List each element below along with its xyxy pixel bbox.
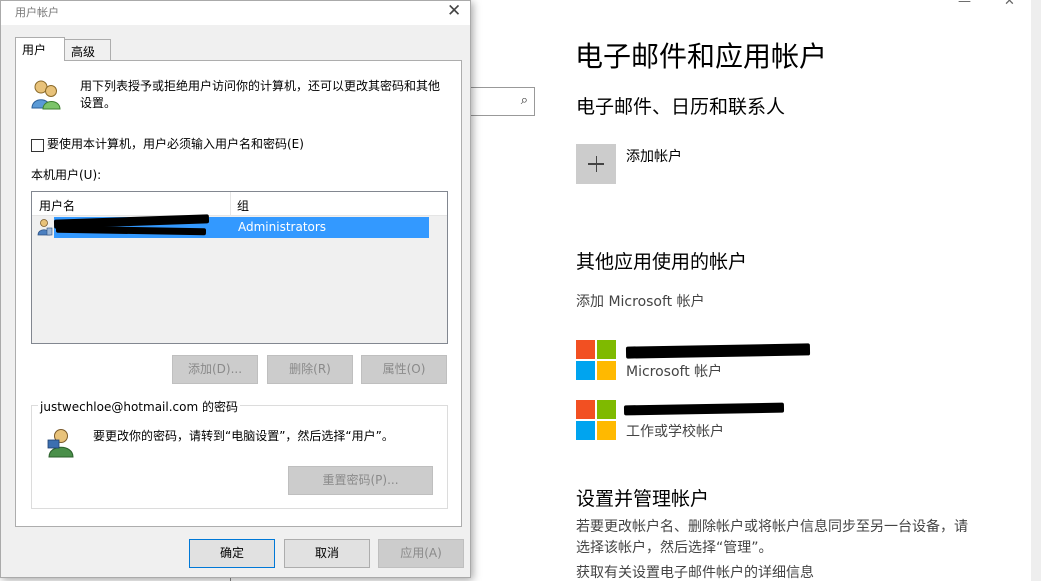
window-border xyxy=(1031,0,1041,581)
section-heading-email: 电子邮件、日历和联系人 xyxy=(576,96,786,118)
apply-button[interactable]: 应用(A) xyxy=(378,539,464,568)
email-setup-info-link[interactable]: 获取有关设置电子邮件帐户的详细信息 xyxy=(576,562,814,581)
user-password-icon xyxy=(47,429,74,458)
remove-user-button[interactable]: 删除(R) xyxy=(267,355,353,384)
add-user-button[interactable]: 添加(D)... xyxy=(172,355,258,384)
close-icon[interactable]: ✕ xyxy=(447,1,461,21)
password-group-label: justwechloe@hotmail.com 的密码 xyxy=(38,398,240,415)
properties-button[interactable]: 属性(O) xyxy=(361,355,447,384)
column-username[interactable]: 用户名 xyxy=(39,197,75,214)
tab-users[interactable]: 用户 xyxy=(15,37,65,61)
require-login-checkbox[interactable] xyxy=(31,139,44,152)
local-users-label: 本机用户(U): xyxy=(31,168,102,182)
users-group-icon xyxy=(31,80,61,110)
dialog-title: 用户帐户 xyxy=(15,6,59,19)
close-window-button[interactable]: ✕ xyxy=(1004,0,1015,9)
ok-button[interactable]: 确定 xyxy=(189,539,275,568)
password-instructions: 要更改你的密码，请转到“电脑设置”，然后选择“用户”。 xyxy=(93,429,394,443)
intro-text-line2: 设置。 xyxy=(80,96,117,110)
microsoft-logo-icon xyxy=(576,340,616,380)
user-icon xyxy=(37,219,53,236)
page-title: 电子邮件和应用帐户 xyxy=(575,40,828,73)
reset-password-button[interactable]: 重置密码(P)... xyxy=(288,466,433,495)
add-account-link[interactable]: 添加帐户 xyxy=(626,146,682,166)
redacted-account-name xyxy=(625,343,811,359)
tab-advanced[interactable]: 高级 xyxy=(64,39,111,61)
minimize-button[interactable]: — xyxy=(958,0,971,9)
list-header: 用户名 组 xyxy=(32,192,447,216)
section-heading-manage: 设置并管理帐户 xyxy=(576,488,710,510)
users-list[interactable]: 用户名 组 Administrators xyxy=(31,191,448,344)
dialog-titlebar: 用户帐户 ✕ xyxy=(1,1,470,25)
column-separator[interactable] xyxy=(230,192,231,216)
account-type-work-school[interactable]: 工作或学校帐户 xyxy=(626,421,724,441)
account-type-microsoft[interactable]: Microsoft 帐户 xyxy=(626,361,722,381)
add-microsoft-account-link[interactable]: 添加 Microsoft 帐户 xyxy=(576,291,705,311)
user-accounts-dialog: 用户帐户 ✕ 用户 高级 用下列表授予或拒绝用户访问你的计算机，还可以更改其密码… xyxy=(0,0,471,578)
microsoft-logo-icon xyxy=(576,400,616,440)
cancel-button[interactable]: 取消 xyxy=(284,539,370,568)
add-account-plus-icon[interactable] xyxy=(576,144,616,184)
search-icon: ⌕ xyxy=(520,93,528,108)
require-login-label: 要使用本计算机，用户必须输入用户名和密码(E) xyxy=(47,137,304,151)
section-heading-other-apps: 其他应用使用的帐户 xyxy=(576,251,748,273)
column-group[interactable]: 组 xyxy=(237,197,249,214)
manage-description-line1: 若要更改帐户名、删除帐户或将帐户信息同步至另一台设备，请 xyxy=(576,519,968,535)
row-group: Administrators xyxy=(238,220,327,234)
redacted-account-name xyxy=(623,402,785,416)
manage-description-line2: 选择该帐户，然后选择“管理”。 xyxy=(576,540,773,556)
intro-text-line1: 用下列表授予或拒绝用户访问你的计算机，还可以更改其密码和其他 xyxy=(80,79,441,93)
